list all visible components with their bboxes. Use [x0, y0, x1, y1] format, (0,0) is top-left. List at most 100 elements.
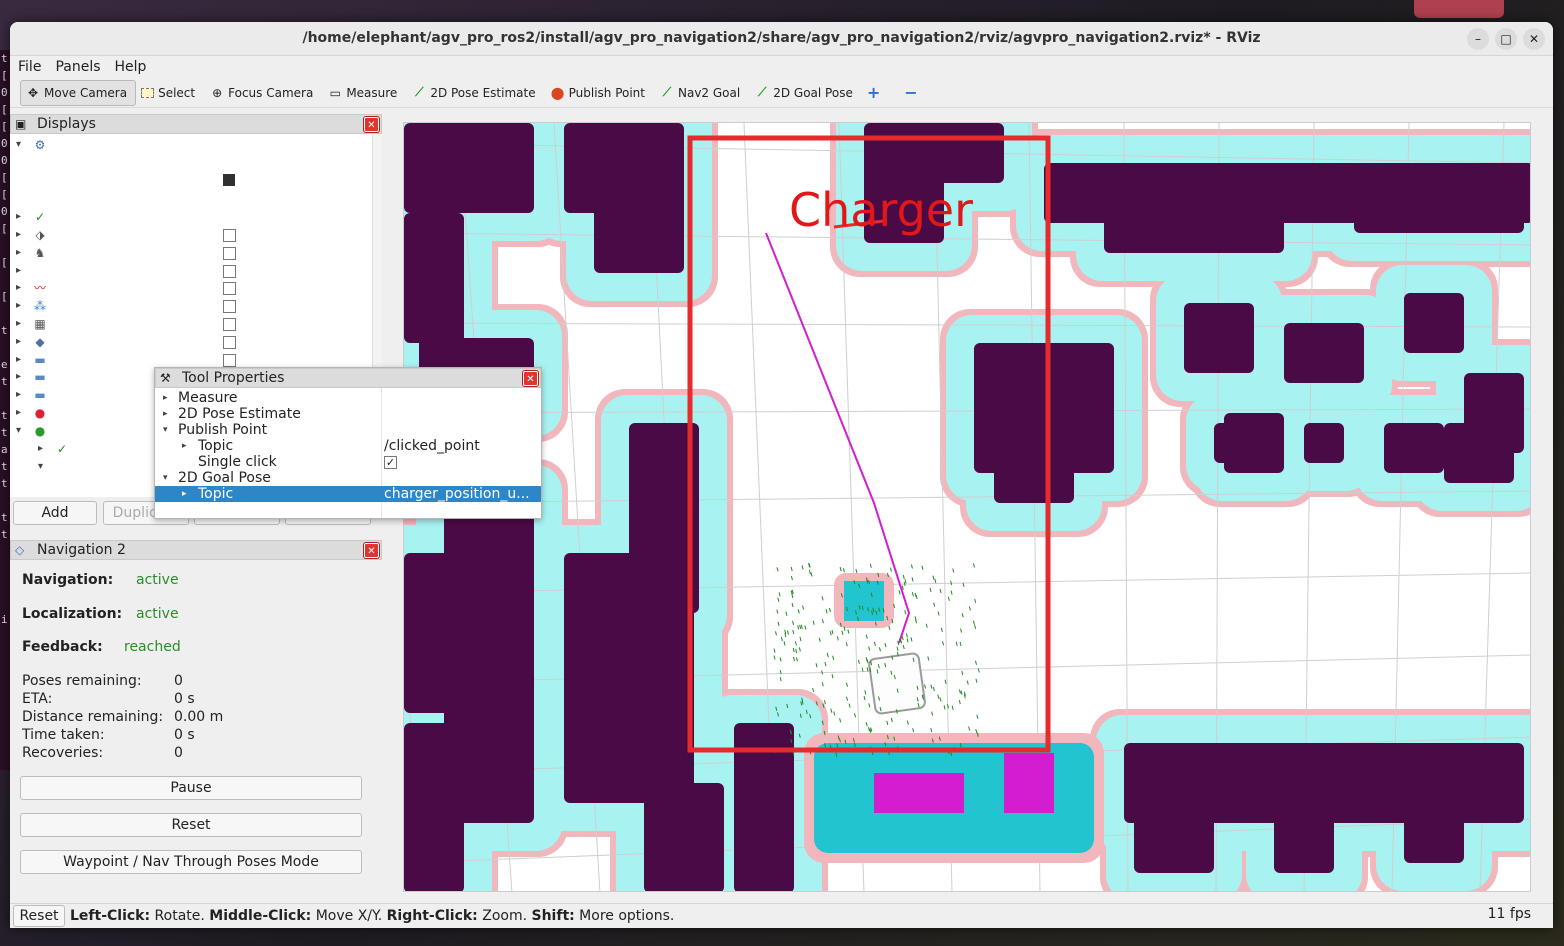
close-displays-button[interactable]: ✕	[364, 117, 379, 132]
close-window-button[interactable]: ✕	[1523, 28, 1545, 50]
global-status[interactable]: ▸ ✓	[10, 208, 370, 226]
display-item-6-checkbox[interactable]	[223, 315, 236, 333]
particle	[796, 657, 798, 662]
single-click-checkbox[interactable]: ✓	[384, 454, 397, 470]
display-item-7[interactable]: ▸ ◆	[10, 333, 370, 351]
expand-arrow-icon[interactable]: ▸	[16, 262, 26, 280]
reset-nav-button[interactable]: Reset	[20, 813, 362, 837]
expand-arrow-icon[interactable]: ▸	[16, 386, 26, 404]
fixed-frame[interactable]	[10, 154, 370, 172]
particle	[937, 694, 940, 699]
tp-measure[interactable]: ▸ Measure	[155, 390, 541, 406]
publish-point-tool[interactable]: ⬤ Publish Point	[545, 80, 654, 106]
select-tool[interactable]: Select	[136, 80, 204, 106]
display-item-7-checkbox[interactable]	[223, 333, 236, 351]
tp-publish-topic-value: /clicked_point	[384, 438, 480, 454]
expand-arrow-icon[interactable]: ▸	[16, 333, 26, 351]
expand-arrow-icon[interactable]: ▸	[16, 315, 26, 333]
display-item-4-checkbox[interactable]	[223, 279, 236, 297]
measure-tool[interactable]: ▭ Measure	[322, 80, 406, 106]
close-navigation-button[interactable]: ✕	[364, 543, 379, 558]
particle	[868, 646, 871, 651]
goal-pose-tool[interactable]: ⟋ 2D Goal Pose	[749, 80, 862, 106]
particle	[812, 620, 815, 625]
pause-button[interactable]: Pause	[20, 776, 362, 800]
particle	[911, 592, 914, 597]
monitor-icon: ▣	[15, 117, 27, 131]
particle	[873, 641, 876, 646]
hint-right-key: Right-Click:	[386, 908, 478, 924]
title-bar[interactable]: /home/elephant/agv_pro_ros2/install/agv_…	[10, 22, 1553, 56]
particle	[884, 642, 887, 648]
background-color-value[interactable]	[223, 172, 239, 190]
expand-arrow-icon[interactable]: ▸	[16, 244, 26, 262]
displays-panel-header: ▣ Displays ✕	[10, 114, 382, 134]
tp-goal-topic[interactable]: ▸ Topic charger_position_u...	[155, 486, 541, 502]
global-options[interactable]: ▾ ⚙	[10, 136, 370, 154]
collapse-arrow-icon[interactable]: ▾	[38, 458, 48, 476]
hint-middle-text: Move X/Y.	[311, 908, 387, 924]
expand-arrow-icon[interactable]: ▸	[16, 226, 26, 244]
expand-arrow-icon[interactable]: ▸	[16, 404, 26, 422]
display-item-5[interactable]: ▸ ⁂	[10, 297, 370, 315]
background-color[interactable]	[10, 172, 370, 190]
menu-help[interactable]: Help	[115, 59, 147, 75]
particle	[815, 663, 818, 668]
display-item-5-checkbox[interactable]	[223, 297, 236, 315]
expand-arrow-icon[interactable]: ▸	[38, 440, 48, 458]
move-camera-tool[interactable]: ✥ Move Camera	[20, 79, 137, 106]
marker-array-icon: ●	[34, 424, 46, 438]
collapse-arrow-icon[interactable]: ▾	[16, 136, 26, 154]
menu-file[interactable]: File	[18, 59, 41, 75]
display-item-2[interactable]: ▸ ♞	[10, 244, 370, 262]
green-arrow-icon: ⟋	[758, 85, 767, 99]
tp-publish-topic-label: Topic	[198, 438, 234, 454]
expand-arrow-icon[interactable]: ▸	[16, 368, 26, 386]
expand-arrow-icon[interactable]: ▸	[16, 351, 26, 369]
minimize-button[interactable]: –	[1467, 28, 1489, 50]
menu-panels[interactable]: Panels	[55, 59, 100, 75]
tool-properties-header: ⚒ Tool Properties ✕	[155, 368, 541, 388]
nav2-goal-tool[interactable]: ⟋ Nav2 Goal	[654, 80, 749, 106]
display-item-2-checkbox[interactable]	[223, 244, 236, 262]
expand-arrow-icon[interactable]: ▸	[16, 208, 26, 226]
particle	[780, 636, 783, 642]
tp-goal-pose[interactable]: ▾ 2D Goal Pose	[155, 470, 541, 486]
add-display-button[interactable]: Add	[13, 501, 97, 525]
collapse-arrow-icon[interactable]: ▾	[16, 422, 26, 440]
particle	[846, 696, 848, 701]
expand-arrow-icon[interactable]: ▸	[16, 297, 26, 315]
particle	[925, 623, 928, 628]
add-tool-button[interactable]: +	[862, 80, 889, 106]
map-icon: ▦	[34, 317, 46, 331]
tp-publish-topic[interactable]: ▸ Topic/clicked_point	[155, 438, 541, 454]
ruler-icon: ▭	[329, 85, 341, 100]
color-swatch[interactable]	[223, 174, 235, 186]
display-item-6[interactable]: ▸ ▦	[10, 315, 370, 333]
display-item-4[interactable]: ▸ 〰	[10, 279, 370, 297]
focus-camera-tool[interactable]: ⊕ Focus Camera	[204, 80, 322, 106]
tp-single-click[interactable]: Single click ✓	[155, 454, 541, 470]
particle	[910, 564, 913, 569]
display-item-3-checkbox[interactable]	[223, 262, 236, 280]
tp-pose-estimate[interactable]: ▸ 2D Pose Estimate	[155, 406, 541, 422]
frame-rate[interactable]	[10, 190, 370, 208]
3d-render-view[interactable]: Charger	[403, 122, 1531, 892]
waypoint-mode-button[interactable]: Waypoint / Nav Through Poses Mode	[20, 850, 362, 874]
close-tool-properties-button[interactable]: ✕	[523, 371, 538, 386]
particle	[792, 620, 795, 626]
expand-arrow-icon[interactable]: ▸	[16, 279, 26, 297]
particle	[904, 579, 907, 584]
particle	[912, 728, 915, 733]
display-item-1[interactable]: ▸ ⬗	[10, 226, 370, 244]
display-item-1-checkbox[interactable]	[223, 226, 236, 244]
pose-estimate-tool[interactable]: ⟋ 2D Pose Estimate	[406, 80, 544, 106]
particle	[904, 610, 907, 615]
reset-view-button[interactable]: Reset	[13, 905, 65, 927]
particle	[924, 684, 927, 689]
maximize-button[interactable]: □	[1495, 28, 1517, 50]
display-item-3[interactable]: ▸!	[10, 262, 370, 280]
focus-camera-icon: ⊕	[212, 85, 223, 100]
tp-publish-point[interactable]: ▾ Publish Point	[155, 422, 541, 438]
remove-tool-button[interactable]: −	[899, 80, 926, 106]
